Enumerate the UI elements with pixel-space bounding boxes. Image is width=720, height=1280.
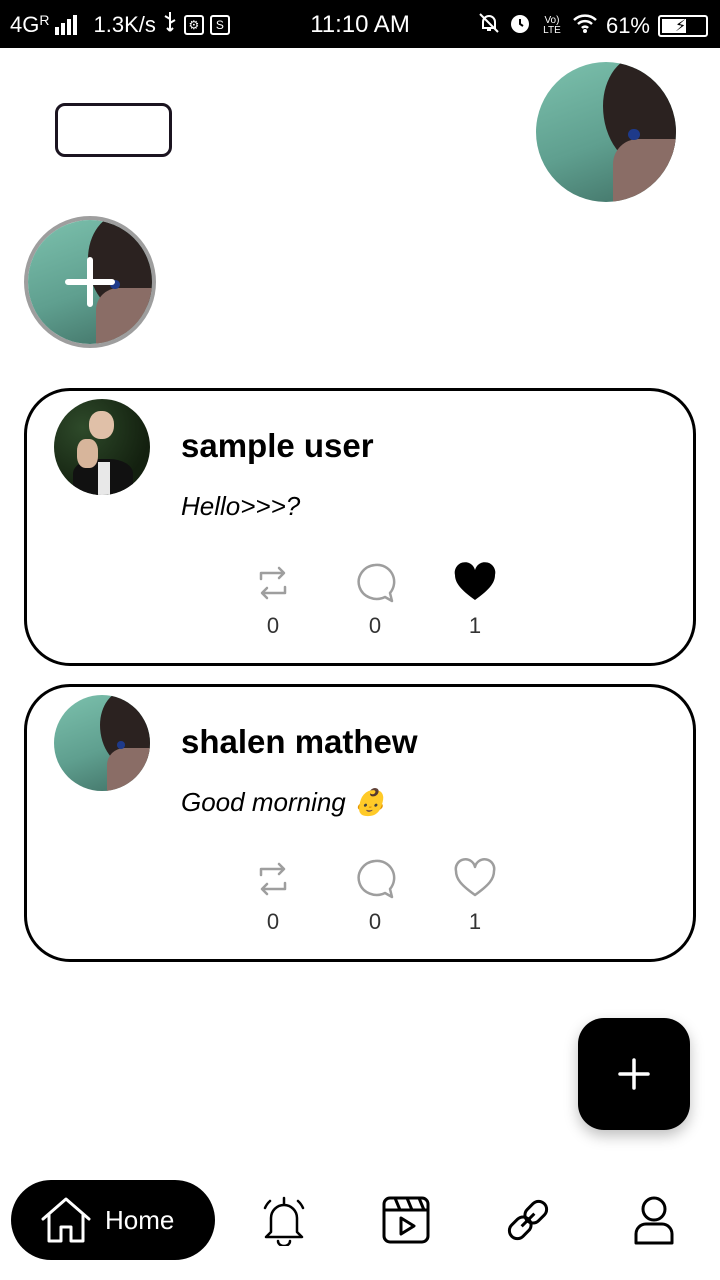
status-right: Vo) LTE 61% ⚡	[478, 11, 708, 41]
post-card[interactable]: shalen mathew Good morning 👶 0 0 1	[24, 684, 696, 962]
post-card[interactable]: sample user Hello>>>? 0 0 1	[24, 388, 696, 666]
comment-count: 0	[368, 909, 382, 934]
comment-button[interactable]: 0	[345, 857, 405, 935]
comment-count: 0	[368, 613, 382, 638]
like-count: 1	[468, 613, 482, 638]
profile-avatar[interactable]	[536, 62, 676, 202]
post-avatar[interactable]	[54, 695, 150, 791]
nav-notifications[interactable]	[254, 1190, 314, 1250]
profile-icon	[634, 1196, 674, 1245]
battery-icon: ⚡	[658, 15, 708, 37]
plus-icon	[28, 220, 152, 344]
post-text: Good morning 👶	[181, 787, 386, 817]
logo-placeholder	[55, 103, 172, 157]
avatar-image	[536, 62, 676, 202]
post-username[interactable]: sample user	[181, 427, 374, 465]
bell-icon	[263, 1196, 305, 1246]
volte-icon: Vo) LTE	[543, 15, 561, 36]
heart-filled-icon	[454, 562, 496, 600]
add-story-button[interactable]	[24, 216, 156, 348]
like-count: 1	[468, 909, 482, 934]
post-avatar[interactable]	[54, 399, 150, 495]
bottom-nav: Home	[0, 1170, 720, 1280]
comment-button[interactable]: 0	[345, 561, 405, 639]
status-bar: 4G R 1.3K/s ⚙ S 11:10 AM Vo) LTE 61% ⚡	[0, 0, 720, 48]
wifi-icon	[572, 12, 598, 40]
nav-home[interactable]: Home	[11, 1180, 215, 1260]
repost-button[interactable]: 0	[243, 561, 303, 639]
home-icon	[41, 1197, 91, 1243]
video-icon	[382, 1196, 430, 1244]
link-icon	[507, 1199, 549, 1241]
comment-icon	[357, 859, 396, 899]
nav-links[interactable]	[498, 1190, 558, 1250]
repost-count: 0	[266, 909, 280, 934]
silent-icon	[478, 12, 500, 40]
like-button[interactable]: 1	[445, 561, 505, 639]
nav-home-label: Home	[105, 1204, 175, 1235]
battery-text: 61%	[605, 13, 650, 38]
nav-videos[interactable]	[376, 1190, 436, 1250]
plus-icon	[618, 1058, 650, 1090]
repost-icon	[259, 566, 287, 600]
repost-icon	[259, 862, 287, 896]
repost-count: 0	[266, 613, 280, 638]
like-button[interactable]: 1	[445, 857, 505, 935]
heart-outline-icon	[454, 858, 496, 897]
repost-button[interactable]: 0	[243, 857, 303, 935]
post-username[interactable]: shalen mathew	[181, 723, 418, 761]
new-post-button[interactable]	[578, 1018, 690, 1130]
comment-icon	[357, 563, 396, 603]
alarm-icon	[508, 11, 532, 41]
nav-profile[interactable]	[624, 1190, 684, 1250]
post-text: Hello>>>?	[181, 491, 301, 521]
